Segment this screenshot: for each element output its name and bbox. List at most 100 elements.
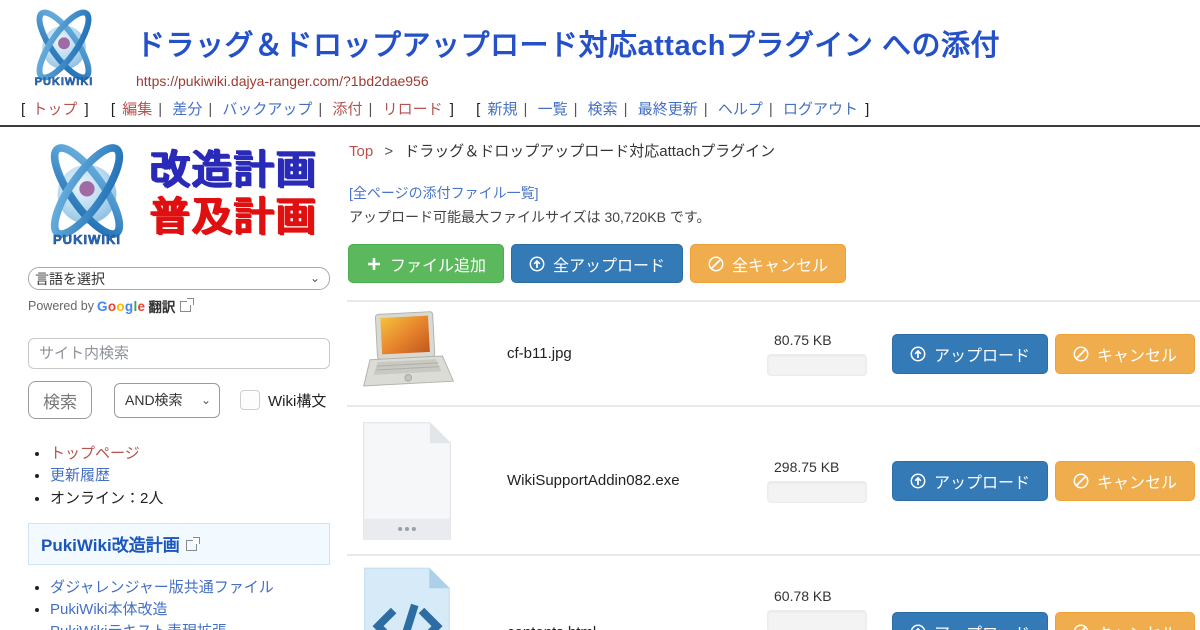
- sidebar-link-core-mod[interactable]: PukiWiki本体改造: [50, 601, 168, 618]
- upload-circle-icon: [910, 346, 926, 362]
- google-translate-credit: Powered by Google 翻訳: [28, 296, 331, 316]
- file-row: WikiSupportAddin082.exe 298.75 KB アップロード…: [347, 405, 1200, 554]
- list-item: ダジャレンジャー版共通ファイル: [50, 577, 331, 598]
- search-mode-select[interactable]: AND検索: [114, 383, 220, 418]
- file-size: 298.75 KB: [767, 459, 879, 475]
- file-name: WikiSupportAddin082.exe: [507, 472, 767, 489]
- file-name: cf-b11.jpg: [507, 345, 767, 362]
- nav-link-search[interactable]: 検索: [588, 101, 618, 118]
- nav-link-logout[interactable]: ログアウト: [783, 101, 858, 118]
- sidebar-top-links: トップページ 更新履歴 オンライン：2人: [50, 443, 331, 509]
- file-name: contents.html: [507, 624, 767, 630]
- top-navigation: [ トップ ] [ 編集| 差分| バックアップ| 添付| リロード ] [ 新…: [0, 96, 1200, 125]
- search-button[interactable]: 検索: [28, 381, 92, 419]
- external-link-icon: [186, 540, 197, 551]
- nav-link-list[interactable]: 一覧: [538, 101, 568, 118]
- language-select[interactable]: 言語を選択: [28, 267, 330, 290]
- translate-label: 翻訳: [148, 296, 175, 316]
- nav-group-top: [ トップ ]: [18, 101, 92, 118]
- upload-queue: cf-b11.jpg 80.75 KB アップロード キャンセル: [347, 300, 1200, 630]
- nav-group-site: [ 新規| 一覧| 検索| 最終更新| ヘルプ| ログアウト ]: [473, 101, 872, 118]
- nav-link-top[interactable]: トップ: [32, 101, 77, 118]
- nav-link-backup[interactable]: バックアップ: [222, 101, 312, 118]
- ban-circle-icon: [1073, 346, 1089, 362]
- sidebar-link-common-files[interactable]: ダジャレンジャー版共通ファイル: [50, 579, 274, 596]
- list-item: トップページ: [50, 443, 331, 464]
- cancel-button[interactable]: キャンセル: [1055, 612, 1195, 630]
- page-header: PUKIWIKI ドラッグ＆ドロップアップロード対応attachプラグイン への…: [0, 0, 1200, 96]
- upload-button[interactable]: アップロード: [892, 461, 1048, 501]
- file-row: cf-b11.jpg 80.75 KB アップロード キャンセル: [347, 300, 1200, 405]
- image-thumbnail: [357, 311, 457, 397]
- list-item: PukiWikiテキスト表現拡張: [50, 621, 331, 630]
- wiki-syntax-checkbox[interactable]: [240, 390, 260, 410]
- max-upload-size-text: アップロード可能最大ファイルサイズは 30,720KB です。: [347, 207, 1200, 227]
- pukiwiki-atom-icon: [21, 8, 107, 82]
- slogan-line2: 普及計画: [150, 194, 318, 241]
- plus-icon: [366, 256, 382, 272]
- featured-link-box[interactable]: PukiWiki改造計画: [28, 523, 330, 565]
- main-content: Top > ドラッグ＆ドロップアップロード対応attachプラグイン [全ページ…: [345, 127, 1200, 630]
- banner-slogan: 改造計画 普及計画: [146, 147, 318, 241]
- nav-link-help[interactable]: ヘルプ: [718, 101, 763, 118]
- ban-circle-icon: [1073, 624, 1089, 630]
- cancel-all-button[interactable]: 全キャンセル: [690, 244, 846, 283]
- ban-circle-icon: [1073, 473, 1089, 489]
- nav-link-recent[interactable]: 最終更新: [638, 101, 698, 118]
- upload-all-button[interactable]: 全アップロード: [511, 244, 683, 283]
- breadcrumb-current: ドラッグ＆ドロップアップロード対応attachプラグイン: [404, 143, 775, 160]
- upload-progress-bar: [767, 610, 867, 630]
- breadcrumb-home-link[interactable]: Top: [349, 143, 373, 160]
- file-row: contents.html 60.78 KB アップロード キャンセル: [347, 554, 1200, 630]
- upload-button[interactable]: アップロード: [892, 612, 1048, 630]
- breadcrumb-separator: >: [384, 143, 393, 160]
- nav-link-reload[interactable]: リロード: [383, 101, 443, 118]
- list-item: オンライン：2人: [50, 488, 331, 509]
- sidebar-banner[interactable]: PUKIWIKI 改造計画 普及計画: [28, 143, 331, 247]
- nav-link-new[interactable]: 新規: [487, 101, 517, 118]
- breadcrumb: Top > ドラッグ＆ドロップアップロード対応attachプラグイン: [347, 140, 1200, 161]
- file-size: 80.75 KB: [767, 332, 879, 348]
- list-item: 更新履歴: [50, 465, 331, 486]
- file-size: 60.78 KB: [767, 588, 879, 604]
- ban-circle-icon: [708, 256, 724, 272]
- list-item: PukiWiki本体改造: [50, 599, 331, 620]
- upload-circle-icon: [529, 256, 545, 272]
- cancel-button[interactable]: キャンセル: [1055, 334, 1195, 374]
- nav-link-attach[interactable]: 添付: [333, 101, 363, 118]
- upload-button[interactable]: アップロード: [892, 334, 1048, 374]
- pukiwiki-atom-icon: [31, 143, 143, 239]
- nav-group-page: [ 編集| 差分| バックアップ| 添付| リロード ]: [108, 101, 457, 118]
- external-link-icon: [180, 301, 191, 312]
- sidebar-link-toppage[interactable]: トップページ: [50, 445, 140, 462]
- sidebar-link-kaizou-keikaku[interactable]: PukiWiki改造計画: [41, 536, 180, 555]
- upload-circle-icon: [910, 473, 926, 489]
- nav-link-diff[interactable]: 差分: [172, 101, 202, 118]
- google-logo: Google: [97, 299, 145, 314]
- page-title: ドラッグ＆ドロップアップロード対応attachプラグイン への添付: [136, 22, 1000, 64]
- all-attachments-link[interactable]: [全ページの添付ファイル一覧]: [347, 183, 1200, 203]
- nav-link-edit[interactable]: 編集: [122, 101, 152, 118]
- upload-toolbar: ファイル追加 全アップロード 全キャンセル: [347, 244, 1200, 283]
- wiki-syntax-label: Wiki構文: [268, 390, 326, 411]
- page-url[interactable]: https://pukiwiki.dajya-ranger.com/?1bd2d…: [136, 73, 1000, 89]
- sidebar: PUKIWIKI 改造計画 普及計画 言語を選択 ⌄ Powered by Go…: [0, 127, 345, 630]
- site-logo[interactable]: PUKIWIKI: [18, 8, 110, 96]
- pukiwiki-brand-label: PUKIWIKI: [18, 76, 110, 88]
- sidebar-link-text-ext[interactable]: PukiWikiテキスト表現拡張: [50, 623, 227, 630]
- upload-circle-icon: [910, 624, 926, 630]
- upload-progress-bar: [767, 481, 867, 503]
- cancel-button[interactable]: キャンセル: [1055, 461, 1195, 501]
- add-file-button[interactable]: ファイル追加: [348, 244, 504, 283]
- file-document-icon: [359, 420, 455, 542]
- sidebar-link-history[interactable]: 更新履歴: [50, 467, 110, 484]
- laptop-thumbnail-icon: [359, 311, 455, 397]
- generic-file-icon: [357, 420, 457, 542]
- site-search-input[interactable]: [28, 338, 330, 369]
- upload-progress-bar: [767, 354, 867, 376]
- online-count: オンライン：2人: [50, 490, 163, 507]
- html-file-icon: [357, 566, 457, 630]
- code-document-icon: [360, 566, 454, 630]
- slogan-line1: 改造計画: [150, 147, 318, 194]
- sidebar-plugin-links: ダジャレンジャー版共通ファイル PukiWiki本体改造 PukiWikiテキス…: [50, 577, 331, 630]
